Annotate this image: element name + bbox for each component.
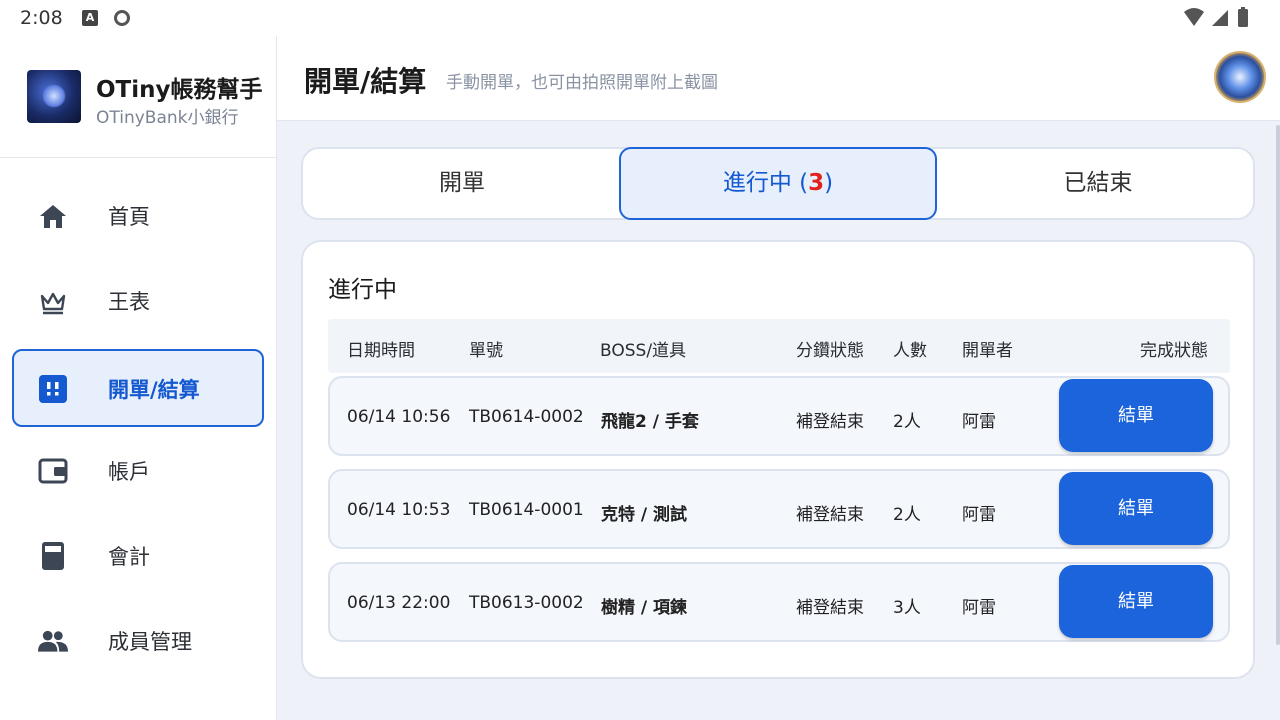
status-bar: 2:08 A — [0, 0, 1280, 36]
cell-boss-item: 樹精 / 項鍊 — [601, 598, 688, 618]
sidebar-item-label: 成員管理 — [108, 630, 192, 654]
sync-icon — [114, 10, 130, 26]
cell-creator: 阿雷 — [962, 505, 996, 525]
home-icon — [40, 205, 66, 228]
cell-people: 2人 — [893, 412, 921, 432]
card-title: 進行中 — [328, 277, 397, 303]
sidebar-item-home[interactable]: 首頁 — [12, 176, 264, 254]
in-progress-card: 進行中 日期時間 單號 BOSS/道具 分鑽狀態 人數 開單者 完成狀態 06/… — [301, 240, 1255, 679]
sidebar-item-label: 首頁 — [108, 205, 150, 229]
signal-icon — [1212, 10, 1228, 26]
sidebar-item-label: 帳戶 — [108, 460, 150, 484]
table-row: 06/14 10:53 TB0614-0001 克特 / 測試 補登結束 2人 … — [328, 469, 1230, 549]
cell-split-status: 補登結束 — [796, 505, 864, 525]
cell-boss-item: 克特 / 測試 — [601, 505, 688, 525]
page-subtitle: 手動開單，也可由拍照開單附上截圖 — [446, 73, 718, 93]
sidebar-item-label: 王表 — [108, 290, 150, 314]
tab-open[interactable]: 開單 — [303, 147, 621, 220]
battery-icon — [1238, 9, 1248, 27]
cell-order-no: TB0614-0001 — [469, 500, 584, 520]
cell-split-status: 補登結束 — [796, 598, 864, 618]
column-header-datetime: 日期時間 — [347, 341, 415, 361]
column-header-split-status: 分鑽狀態 — [796, 341, 864, 361]
brand-header: OTiny帳務幫手 OTinyBank小銀行 — [0, 36, 276, 158]
cell-people: 2人 — [893, 505, 921, 525]
main-content: 開單 進行中 (3) 已結束 進行中 日期時間 單號 BOSS/道具 分鑽狀態 … — [277, 121, 1280, 720]
bill-icon — [39, 375, 67, 403]
tab-closed-label: 已結束 — [1063, 170, 1133, 196]
in-progress-count-badge: 3 — [808, 170, 825, 196]
cell-split-status: 補登結束 — [796, 412, 864, 432]
status-tabs: 開單 進行中 (3) 已結束 — [301, 147, 1255, 220]
people-icon — [38, 630, 68, 652]
column-header-completion: 完成狀態 — [1140, 341, 1208, 361]
tab-closed[interactable]: 已結束 — [939, 147, 1257, 220]
tab-open-label: 開單 — [439, 170, 485, 196]
table-header: 日期時間 單號 BOSS/道具 分鑽狀態 人數 開單者 完成狀態 — [328, 319, 1230, 373]
cell-datetime: 06/14 10:53 — [347, 500, 451, 520]
avatar[interactable] — [1214, 51, 1266, 103]
cell-people: 3人 — [893, 598, 921, 618]
system-status-icons — [1184, 7, 1248, 27]
cell-creator: 阿雷 — [962, 412, 996, 432]
tab-in-progress-label: 進行中 — [722, 170, 792, 196]
table-row: 06/13 22:00 TB0613-0002 樹精 / 項鍊 補登結束 3人 … — [328, 562, 1230, 642]
sidebar-item-members[interactable]: 成員管理 — [12, 601, 264, 679]
settle-button[interactable]: 結單 — [1059, 565, 1213, 638]
column-header-order-no: 單號 — [469, 341, 503, 361]
table-row: 06/14 10:56 TB0614-0002 飛龍2 / 手套 補登結束 2人… — [328, 376, 1230, 456]
calculator-icon — [42, 542, 64, 570]
page-header: 開單/結算 手動開單，也可由拍照開單附上截圖 — [277, 36, 1280, 121]
app-title: OTiny帳務幫手 — [96, 77, 263, 103]
cell-creator: 阿雷 — [962, 598, 996, 618]
wallet-icon — [38, 458, 68, 484]
app-subtitle: OTinyBank小銀行 — [96, 108, 239, 128]
app-logo — [27, 70, 81, 123]
scrollbar[interactable] — [1276, 121, 1280, 720]
column-header-creator: 開單者 — [962, 341, 1013, 361]
sidebar-item-billing[interactable]: 開單/結算 — [12, 349, 264, 427]
settle-button[interactable]: 結單 — [1059, 379, 1213, 452]
crown-icon — [40, 292, 66, 315]
page-title: 開單/結算 — [304, 65, 427, 98]
wifi-icon — [1184, 8, 1204, 26]
status-time: 2:08 — [20, 7, 63, 29]
cell-datetime: 06/13 22:00 — [347, 593, 451, 613]
sidebar-item-accounting[interactable]: 會計 — [12, 516, 264, 594]
cell-order-no: TB0613-0002 — [469, 593, 584, 613]
settle-button[interactable]: 結單 — [1059, 472, 1213, 545]
cell-boss-item: 飛龍2 / 手套 — [601, 412, 699, 432]
cell-datetime: 06/14 10:56 — [347, 407, 451, 427]
sidebar-item-label: 會計 — [108, 545, 150, 569]
tab-in-progress[interactable]: 進行中 (3) — [619, 147, 937, 220]
sidebar-item-label: 開單/結算 — [108, 378, 200, 402]
sidebar: OTiny帳務幫手 OTinyBank小銀行 首頁 王表 開單/結算 帳戶 會計… — [0, 36, 277, 720]
column-header-boss-item: BOSS/道具 — [600, 341, 687, 361]
scrollbar-thumb[interactable] — [1276, 125, 1280, 645]
notification-a-icon: A — [82, 10, 98, 26]
sidebar-item-accounts[interactable]: 帳戶 — [12, 431, 264, 509]
column-header-people: 人數 — [893, 341, 927, 361]
cell-order-no: TB0614-0002 — [469, 407, 584, 427]
sidebar-item-boss-list[interactable]: 王表 — [12, 261, 264, 339]
